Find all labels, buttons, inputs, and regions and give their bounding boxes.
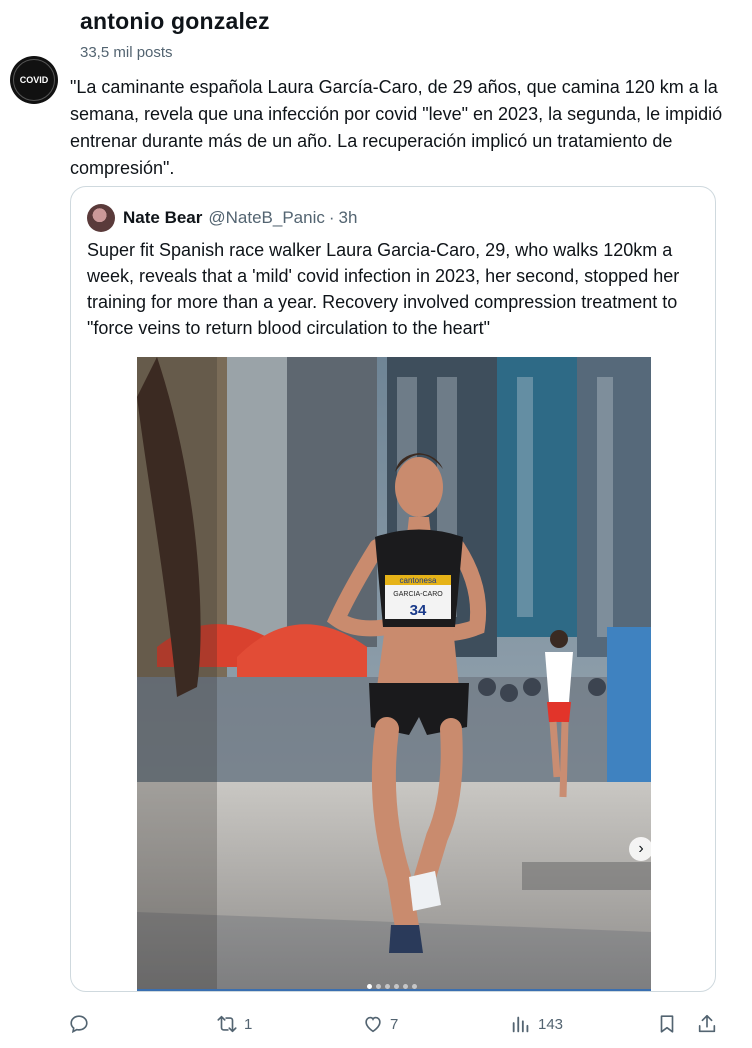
quote-author-handle[interactable]: @NateB_Panic — [208, 208, 325, 228]
share-icon — [698, 1014, 716, 1033]
post-count: 33,5 mil posts — [80, 44, 173, 61]
share-button[interactable] — [696, 1008, 718, 1040]
carousel-dot[interactable] — [403, 984, 408, 989]
carousel-dot[interactable] — [394, 984, 399, 989]
carousel-dot[interactable] — [367, 984, 372, 989]
repost-button[interactable]: 1 — [216, 1008, 252, 1040]
heart-icon — [365, 1016, 381, 1033]
avatar-label: COVID — [19, 75, 49, 85]
views-icon — [512, 1016, 529, 1033]
like-button[interactable]: 7 — [362, 1008, 398, 1040]
carousel-dot[interactable] — [376, 984, 381, 989]
tweet-text: "La caminante española Laura García-Caro… — [70, 77, 723, 178]
quoted-tweet[interactable]: Nate Bear @NateB_Panic · 3h Super fit Sp… — [70, 186, 716, 992]
views-count: 143 — [538, 1015, 564, 1033]
bookmark-button[interactable] — [656, 1008, 678, 1040]
quote-photo[interactable]: cantonesa GARCIA-CARO 34 › — [137, 357, 651, 991]
quote-author-name[interactable]: Nate Bear — [123, 208, 202, 228]
carousel-dot[interactable] — [385, 984, 390, 989]
carousel-next-icon[interactable]: › — [629, 837, 651, 861]
quote-timestamp[interactable]: 3h — [339, 208, 358, 228]
display-name[interactable]: antonio gonzalez — [80, 8, 270, 35]
quote-header: Nate Bear @NateB_Panic · 3h — [87, 203, 357, 233]
bookmark-icon — [660, 1015, 674, 1033]
action-bar: 1 7 143 — [68, 1008, 728, 1040]
views-button[interactable]: 143 — [510, 1008, 563, 1040]
like-count: 7 — [390, 1015, 399, 1033]
repost-count: 1 — [244, 1015, 253, 1033]
bib-name: GARCIA-CARO — [393, 591, 443, 598]
reply-icon — [70, 1015, 88, 1034]
reply-button[interactable] — [68, 1008, 96, 1040]
separator-dot: · — [328, 208, 335, 227]
bib-sponsor: cantonesa — [400, 576, 437, 585]
bib-number: 34 — [410, 602, 427, 619]
carousel-dot[interactable] — [412, 984, 417, 989]
repost-icon — [217, 1015, 237, 1033]
profile-header: antonio gonzalez 33,5 mil posts — [0, 0, 752, 66]
avatar[interactable]: COVID — [10, 56, 58, 104]
photo-illustration: cantonesa GARCIA-CARO 34 — [137, 357, 651, 991]
carousel-indicator — [367, 984, 417, 989]
quote-avatar[interactable] — [87, 204, 115, 232]
quote-text: Super fit Spanish race walker Laura Garc… — [87, 240, 680, 338]
